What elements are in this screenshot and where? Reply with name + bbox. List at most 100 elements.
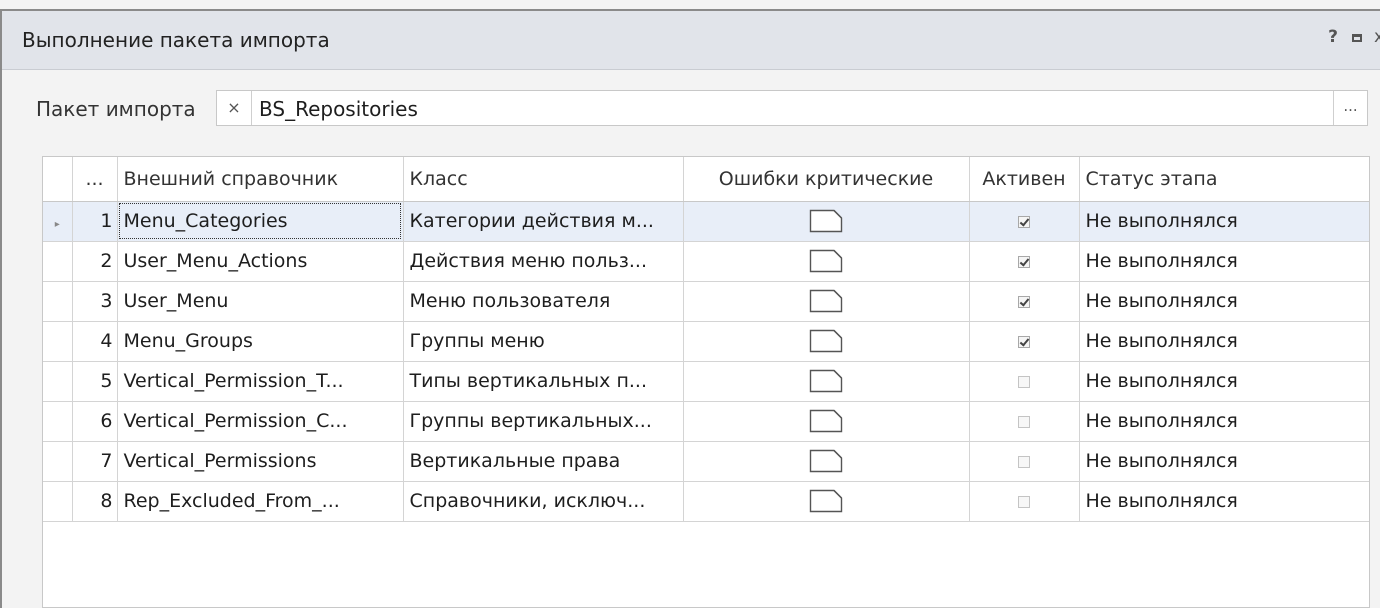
grid-header: ... Внешний справочник Класс Ошибки крит… xyxy=(43,157,1369,202)
table-row[interactable]: 6 Vertical_Permission_C... Группы вертикал… xyxy=(43,401,1369,442)
row-indicator[interactable] xyxy=(43,481,73,522)
column-header-external[interactable]: Внешний справочник xyxy=(117,157,404,202)
clear-button[interactable]: × xyxy=(217,91,252,125)
cell-external[interactable]: Menu_Categories xyxy=(117,201,404,242)
cell-errors[interactable] xyxy=(683,401,970,442)
document-icon[interactable] xyxy=(809,489,843,513)
package-value[interactable]: BS_Repositories xyxy=(259,97,418,121)
cell-errors[interactable] xyxy=(683,321,970,362)
checkbox-checked[interactable] xyxy=(1018,335,1030,348)
table-row[interactable]: ▸ 1 Menu_Categories Категории действия м...… xyxy=(43,201,1369,242)
checkbox-unchecked[interactable] xyxy=(1018,375,1030,388)
document-icon[interactable] xyxy=(809,249,843,273)
cell-external[interactable]: Vertical_Permissions xyxy=(117,441,404,482)
cell-status[interactable]: Не выполнялся xyxy=(1079,441,1369,482)
cell-class[interactable]: Вертикальные права xyxy=(403,441,684,482)
checkbox-checked[interactable] xyxy=(1018,295,1030,308)
table-row[interactable]: 3 User_Menu Меню пользователя Не выполнялся xyxy=(43,281,1369,322)
row-number: 3 xyxy=(72,281,118,322)
table-row[interactable]: 2 User_Menu_Actions Действия меню польз...… xyxy=(43,241,1369,282)
indicator-column-header xyxy=(43,157,73,202)
cell-status[interactable]: Не выполнялся xyxy=(1079,321,1369,362)
cell-errors[interactable] xyxy=(683,201,970,242)
cell-external[interactable]: Menu_Groups xyxy=(117,321,404,362)
checkbox-checked[interactable] xyxy=(1018,255,1030,268)
cell-status[interactable]: Не выполнялся xyxy=(1079,241,1369,282)
document-icon[interactable] xyxy=(809,449,843,473)
cell-active[interactable] xyxy=(969,361,1080,402)
cell-active[interactable] xyxy=(969,321,1080,362)
package-label: Пакет импорта xyxy=(36,97,196,121)
document-icon[interactable] xyxy=(809,209,843,233)
package-field[interactable]: × BS_Repositories ... xyxy=(216,90,1368,126)
row-number: 4 xyxy=(72,321,118,362)
cell-external[interactable]: Vertical_Permission_C... xyxy=(117,401,404,442)
cell-class[interactable]: Действия меню польз... xyxy=(403,241,684,282)
cell-external[interactable]: User_Menu_Actions xyxy=(117,241,404,282)
row-number: 1 xyxy=(72,201,118,242)
cell-external[interactable]: Rep_Excluded_From_... xyxy=(117,481,404,522)
cell-class[interactable]: Меню пользователя xyxy=(403,281,684,322)
cell-external[interactable]: Vertical_Permission_T... xyxy=(117,361,404,402)
cell-active[interactable] xyxy=(969,241,1080,282)
cell-errors[interactable] xyxy=(683,361,970,402)
row-indicator[interactable] xyxy=(43,281,73,322)
help-button[interactable]: ? xyxy=(1328,27,1338,47)
cell-errors[interactable] xyxy=(683,241,970,282)
cell-status[interactable]: Не выполнялся xyxy=(1079,481,1369,522)
cell-class[interactable]: Справочники, исключ... xyxy=(403,481,684,522)
row-number: 5 xyxy=(72,361,118,402)
document-icon[interactable] xyxy=(809,289,843,313)
cell-errors[interactable] xyxy=(683,281,970,322)
cell-active[interactable] xyxy=(969,201,1080,242)
column-header-class[interactable]: Класс xyxy=(403,157,684,202)
cell-active[interactable] xyxy=(969,441,1080,482)
cell-status[interactable]: Не выполнялся xyxy=(1079,281,1369,322)
column-header-num[interactable]: ... xyxy=(72,157,118,202)
browse-button[interactable]: ... xyxy=(1333,91,1367,125)
row-indicator[interactable]: ▸ xyxy=(43,201,73,242)
cell-status[interactable]: Не выполнялся xyxy=(1079,401,1369,442)
cell-status[interactable]: Не выполнялся xyxy=(1079,201,1369,242)
column-header-active[interactable]: Активен xyxy=(969,157,1080,202)
document-icon[interactable] xyxy=(809,409,843,433)
maximize-button[interactable] xyxy=(1352,34,1362,42)
cell-class[interactable]: Группы меню xyxy=(403,321,684,362)
row-number: 2 xyxy=(72,241,118,282)
row-indicator[interactable] xyxy=(43,241,73,282)
table-row[interactable]: 4 Menu_Groups Группы меню Не выполнялся xyxy=(43,321,1369,362)
checkbox-checked[interactable] xyxy=(1018,215,1030,228)
grid-table: ... Внешний справочник Класс Ошибки крит… xyxy=(43,157,1369,522)
close-button[interactable]: x xyxy=(1374,27,1380,47)
cell-errors[interactable] xyxy=(683,441,970,482)
table-row[interactable]: 8 Rep_Excluded_From_... Справочники, исклю… xyxy=(43,481,1369,522)
row-indicator[interactable] xyxy=(43,401,73,442)
cell-class[interactable]: Группы вертикальных... xyxy=(403,401,684,442)
document-icon[interactable] xyxy=(809,369,843,393)
checkbox-unchecked[interactable] xyxy=(1018,495,1030,508)
checkbox-unchecked[interactable] xyxy=(1018,415,1030,428)
cell-class[interactable]: Категории действия м... xyxy=(403,201,684,242)
import-steps-grid[interactable]: ... Внешний справочник Класс Ошибки крит… xyxy=(42,156,1370,608)
cell-active[interactable] xyxy=(969,481,1080,522)
package-row: Пакет импорта × BS_Repositories ... xyxy=(0,88,1380,128)
checkbox-unchecked[interactable] xyxy=(1018,455,1030,468)
cell-errors[interactable] xyxy=(683,481,970,522)
column-header-status[interactable]: Статус этапа xyxy=(1079,157,1369,202)
row-indicator[interactable] xyxy=(43,321,73,362)
caret-right-icon: ▸ xyxy=(54,219,60,230)
cell-active[interactable] xyxy=(969,401,1080,442)
cell-active[interactable] xyxy=(969,281,1080,322)
table-row[interactable]: 7 Vertical_Permissions Вертикальные права Н… xyxy=(43,441,1369,482)
column-header-errors[interactable]: Ошибки критические xyxy=(683,157,970,202)
document-icon[interactable] xyxy=(809,329,843,353)
cell-status[interactable]: Не выполнялся xyxy=(1079,361,1369,402)
title-bar: Выполнение пакета импорта ? x xyxy=(2,11,1380,70)
cell-class[interactable]: Типы вертикальных п... xyxy=(403,361,684,402)
row-indicator[interactable] xyxy=(43,441,73,482)
row-number: 7 xyxy=(72,441,118,482)
cell-external[interactable]: User_Menu xyxy=(117,281,404,322)
window-title: Выполнение пакета импорта xyxy=(22,28,330,52)
row-indicator[interactable] xyxy=(43,361,73,402)
table-row[interactable]: 5 Vertical_Permission_T... Типы вертикальн… xyxy=(43,361,1369,402)
